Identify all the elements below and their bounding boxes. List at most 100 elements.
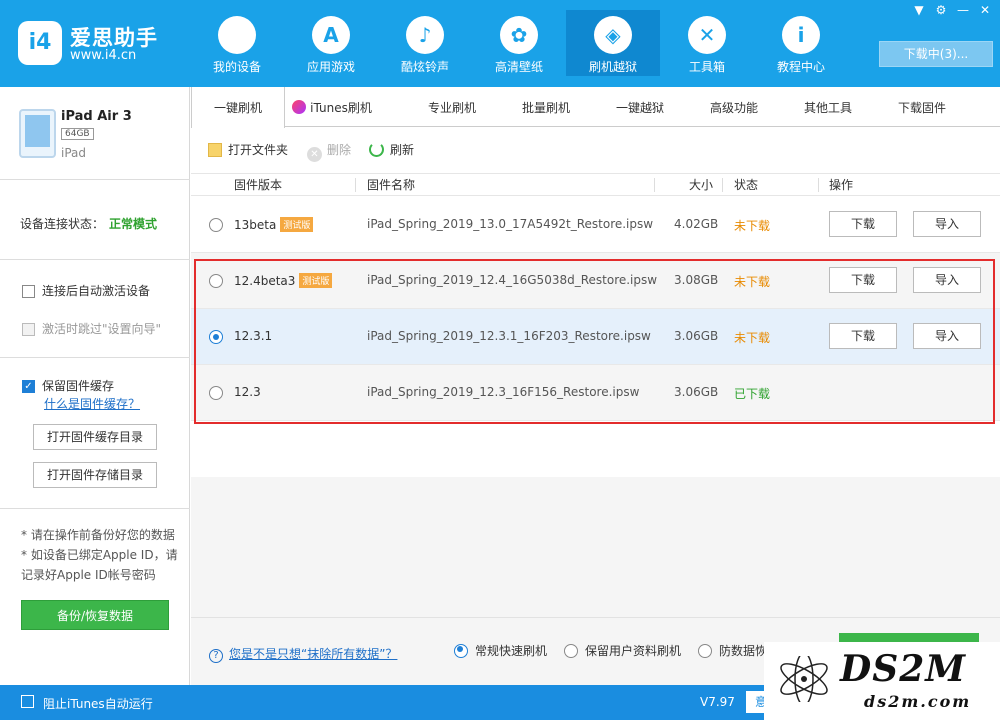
row-size: 3.06GB (674, 329, 719, 343)
empty-list-area (191, 477, 1000, 617)
table-row-selected[interactable]: 12.3.1 iPad_Spring_2019_12.3.1_16F203_Re… (191, 309, 1000, 365)
tab-other-tools[interactable]: 其他工具 (781, 87, 875, 127)
header-bar: i4 爱思助手 www.i4.cn 我的设备 A 应用游戏 ♪ 酷炫铃声 ✿ 高清壁纸… (0, 0, 1000, 87)
nav-ringtones[interactable]: ♪ 酷炫铃声 (378, 10, 472, 76)
tab-download-firmware[interactable]: 下载固件 (875, 87, 969, 127)
itunes-icon (292, 100, 307, 114)
open-store-dir-button[interactable]: 打开固件存储目录 (33, 462, 157, 488)
nav-label: 高清壁纸 (494, 60, 543, 74)
tab-batch-flash[interactable]: 批量刷机 (499, 87, 593, 127)
import-button[interactable]: 导入 (913, 211, 981, 237)
row-size: 4.02GB (674, 217, 719, 231)
download-queue-button[interactable]: 下载中(3)... (879, 41, 993, 67)
info-icon: i (782, 16, 820, 54)
checkbox-block-itunes[interactable] (21, 695, 34, 708)
radio-keep[interactable] (564, 644, 578, 658)
nav-label: 刷机越狱 (588, 60, 637, 74)
device-type: iPad (61, 146, 87, 160)
col-name: 固件名称 (367, 178, 416, 192)
logo-url: www.i4.cn (70, 48, 137, 63)
option-label: 常规快速刷机 (475, 644, 548, 658)
row-radio[interactable] (209, 330, 223, 344)
tab-jailbreak[interactable]: 一键越狱 (593, 87, 687, 127)
nav-flash-jailbreak[interactable]: ◈ 刷机越狱 (566, 10, 660, 76)
table-row[interactable]: 13beta 测试版 iPad_Spring_2019_13.0_17A5492t… (191, 197, 1000, 253)
tab-advanced[interactable]: 高级功能 (687, 87, 781, 127)
row-radio[interactable] (209, 274, 223, 288)
option-keep-data-flash[interactable]: 保留用户资料刷机 (564, 643, 681, 659)
refresh-icon (369, 142, 384, 157)
nav-toolbox[interactable]: ✕ 工具箱 (660, 10, 754, 76)
row-filename: iPad_Spring_2019_12.4_16G5038d_Restore.i… (367, 273, 658, 287)
delete-button[interactable]: ✕ 删除 (307, 141, 351, 162)
gear-icon[interactable]: ⚙ (932, 2, 950, 18)
download-button[interactable]: 下载 (829, 211, 897, 237)
row-status: 未下载 (734, 275, 771, 289)
erase-data-link[interactable]: ? 您是不是只想“抹除所有数据”？ (209, 645, 397, 663)
col-divider (818, 178, 819, 192)
shirt-icon[interactable]: ▼ (910, 2, 928, 18)
close-icon[interactable]: ✕ (976, 2, 994, 18)
download-button[interactable]: 下载 (829, 267, 897, 293)
app-window: i4 爱思助手 www.i4.cn 我的设备 A 应用游戏 ♪ 酷炫铃声 ✿ 高清壁纸… (0, 0, 1000, 720)
backup-restore-button[interactable]: 备份/恢复数据 (21, 600, 169, 630)
open-folder-button[interactable]: 打开文件夹 (208, 141, 288, 159)
refresh-button[interactable]: 刷新 (369, 141, 414, 159)
row-status: 未下载 (734, 219, 771, 233)
auto-activate-label: 连接后自动激活设备 (42, 284, 151, 298)
nav-my-device[interactable]: 我的设备 (190, 10, 284, 76)
row-radio[interactable] (209, 386, 223, 400)
beta-badge: 测试版 (299, 273, 333, 288)
checkbox-keep-cache[interactable]: ✓ (22, 380, 35, 393)
apple-icon (218, 16, 256, 54)
divider (0, 357, 190, 358)
app-store-icon: A (312, 16, 350, 54)
table-row[interactable]: 12.3 iPad_Spring_2019_12.3_16F156_Restor… (191, 365, 1000, 421)
open-folder-label: 打开文件夹 (228, 143, 289, 157)
bell-icon: ♪ (406, 16, 444, 54)
folder-icon (208, 143, 222, 157)
download-button[interactable]: 下载 (829, 323, 897, 349)
nav-apps-games[interactable]: A 应用游戏 (284, 10, 378, 76)
table-row[interactable]: 12.4beta3 测试版 iPad_Spring_2019_12.4_16G50… (191, 253, 1000, 309)
tab-pro-flash[interactable]: 专业刷机 (405, 87, 499, 127)
atom-icon (780, 656, 828, 702)
radio-recover[interactable] (698, 644, 712, 658)
row-filename: iPad_Spring_2019_12.3.1_16F203_Restore.i… (367, 329, 651, 343)
connection-value: 正常模式 (109, 217, 158, 231)
option-label: 保留用户资料刷机 (585, 644, 682, 658)
import-button[interactable]: 导入 (913, 323, 981, 349)
tab-itunes-flash[interactable]: iTunes刷机 (285, 87, 379, 127)
keep-cache-option[interactable]: ✓ 保留固件缓存 (22, 378, 114, 394)
minimize-icon[interactable]: — (954, 2, 972, 18)
nav-label: 酷炫铃声 (400, 60, 449, 74)
ipad-icon (19, 109, 56, 158)
nav-label: 教程中心 (776, 60, 825, 74)
col-status: 状态 (734, 178, 759, 192)
checkbox-auto-activate[interactable] (22, 285, 35, 298)
refresh-label: 刷新 (390, 143, 415, 157)
block-itunes-label: 阻止iTunes自动运行 (43, 697, 153, 711)
cache-help-link[interactable]: 什么是固件缓存？ (44, 395, 140, 412)
app-version: V7.97 (700, 695, 735, 709)
nav-label: 工具箱 (688, 60, 725, 74)
col-action: 操作 (829, 178, 854, 192)
option-quick-flash[interactable]: 常规快速刷机 (454, 643, 547, 659)
open-cache-dir-button[interactable]: 打开固件缓存目录 (33, 424, 157, 450)
connection-status: 设备连接状态： 正常模式 (0, 180, 190, 260)
watermark: DS2M ds2m.com (764, 642, 1000, 720)
row-radio[interactable] (209, 218, 223, 232)
table-header: 固件版本 固件名称 大小 状态 操作 (191, 173, 1000, 196)
device-name: iPad Air 3 (61, 109, 132, 124)
col-divider (355, 178, 356, 192)
nav-wallpapers[interactable]: ✿ 高清壁纸 (472, 10, 566, 76)
checkbox-skip-setup (22, 323, 35, 336)
device-card: iPad Air 3 64GB iPad (0, 87, 190, 180)
radio-quick[interactable] (454, 644, 468, 658)
nav-tutorials[interactable]: i 教程中心 (754, 10, 848, 76)
import-button[interactable]: 导入 (913, 267, 981, 293)
auto-activate-option[interactable]: 连接后自动激活设备 (22, 283, 150, 299)
tab-one-click-flash[interactable]: 一键刷机 (191, 87, 285, 128)
row-status: 已下载 (734, 387, 771, 401)
app-logo: i4 爱思助手 www.i4.cn (18, 18, 178, 68)
